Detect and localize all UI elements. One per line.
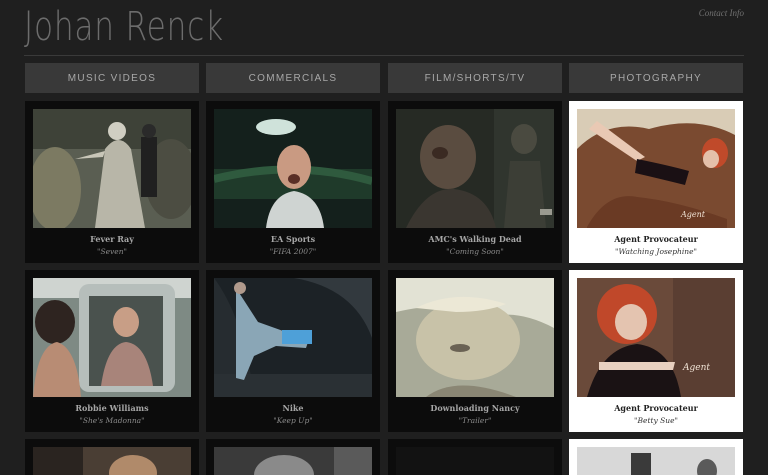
- project-subtitle: "She's Madonna": [79, 416, 145, 425]
- project-title: AMC's Walking Dead: [428, 234, 522, 244]
- project-thumbnail[interactable]: Agent: [577, 109, 735, 228]
- project-title: Agent Provocateur: [614, 403, 698, 413]
- project-card[interactable]: [25, 439, 199, 475]
- project-thumbnail[interactable]: [214, 447, 372, 475]
- project-subtitle: "Trailer": [458, 416, 492, 425]
- project-title: EA Sports: [270, 234, 316, 244]
- project-card[interactable]: [569, 439, 743, 475]
- project-thumbnail[interactable]: [396, 278, 554, 397]
- project-card[interactable]: AMC's Walking Dead "Coming Soon": [388, 101, 562, 263]
- project-title: Downloading Nancy: [430, 403, 520, 413]
- project-thumbnail[interactable]: [33, 278, 191, 397]
- project-thumbnail[interactable]: Agent: [577, 278, 735, 397]
- project-subtitle: "Coming Soon": [446, 247, 504, 256]
- tab-commercials[interactable]: COMMERCIALS: [206, 63, 380, 93]
- project-card[interactable]: Agent Agent Provocateur "Betty Sue": [569, 270, 743, 432]
- project-thumbnail[interactable]: [396, 109, 554, 228]
- site-header: Johan Renck Contact Info: [0, 0, 768, 56]
- project-subtitle: "FIFA 2007": [269, 247, 317, 256]
- header-divider: [24, 55, 744, 56]
- project-title: Fever Ray: [90, 234, 134, 244]
- tab-photography[interactable]: PHOTOGRAPHY: [569, 63, 743, 93]
- project-card[interactable]: Robbie Williams "She's Madonna": [25, 270, 199, 432]
- project-thumbnail[interactable]: [214, 109, 372, 228]
- project-subtitle: "Betty Sue": [634, 416, 678, 425]
- project-thumbnail[interactable]: [396, 447, 554, 475]
- project-thumbnail[interactable]: [33, 447, 191, 475]
- project-title: Robbie Williams: [75, 403, 149, 413]
- project-card[interactable]: [206, 439, 380, 475]
- contact-info-link[interactable]: Contact Info: [699, 8, 744, 18]
- tab-film-shorts-tv[interactable]: FILM/SHORTS/TV: [388, 63, 562, 93]
- project-card[interactable]: Downloading Nancy "Trailer": [388, 270, 562, 432]
- project-card[interactable]: Nike "Keep Up": [206, 270, 380, 432]
- svg-text:Agent: Agent: [680, 210, 706, 219]
- tab-music-videos[interactable]: MUSIC VIDEOS: [25, 63, 199, 93]
- project-card[interactable]: Fever Ray "Seven": [25, 101, 199, 263]
- project-card[interactable]: [388, 439, 562, 475]
- project-title: Agent Provocateur: [614, 234, 698, 244]
- project-subtitle: "Watching Josephine": [615, 247, 697, 256]
- project-thumbnail[interactable]: [33, 109, 191, 228]
- project-card[interactable]: EA Sports "FIFA 2007": [206, 101, 380, 263]
- site-logo[interactable]: Johan Renck: [24, 4, 224, 50]
- project-title: Nike: [282, 403, 304, 413]
- project-thumbnail[interactable]: [214, 278, 372, 397]
- project-thumbnail[interactable]: [577, 447, 735, 475]
- project-card[interactable]: Agent Agent Provocateur "Watching Joseph…: [569, 101, 743, 263]
- svg-text:Agent: Agent: [682, 363, 710, 373]
- project-subtitle: "Keep Up": [273, 416, 313, 425]
- project-grid: Fever Ray "Seven" EA Sports "FIFA 2007": [25, 101, 745, 475]
- category-nav: MUSIC VIDEOS COMMERCIALS FILM/SHORTS/TV …: [25, 63, 745, 93]
- project-subtitle: "Seven": [97, 247, 127, 256]
